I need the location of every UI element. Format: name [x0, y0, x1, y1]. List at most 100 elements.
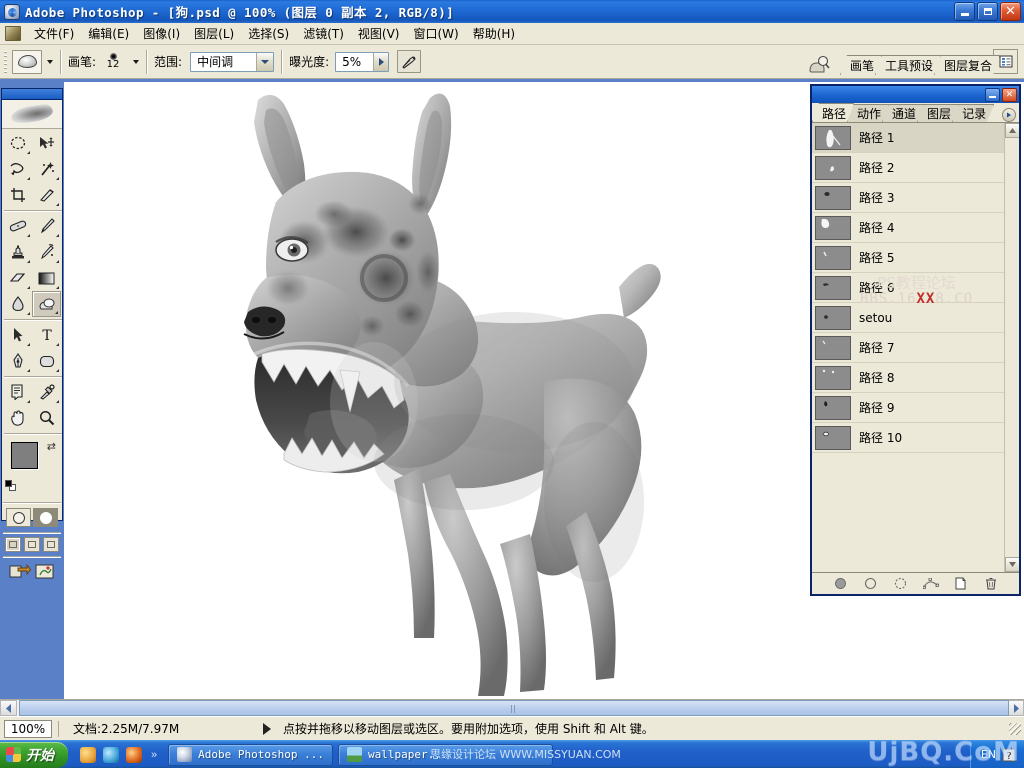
hscroll-right-arrow-icon[interactable] [1007, 700, 1024, 716]
path-row[interactable]: 路径 9 [812, 393, 1004, 423]
airbrush-toggle-button[interactable] [397, 50, 422, 73]
standard-mode-button[interactable] [6, 508, 31, 527]
menu-help[interactable]: 帮助(H) [466, 23, 522, 44]
well-tab-brushes[interactable]: 画笔 [840, 55, 882, 75]
menu-image[interactable]: 图像(I) [136, 23, 187, 44]
brush-chevron-down-icon[interactable] [133, 59, 140, 64]
tab-actions[interactable]: 动作 [847, 104, 889, 122]
brush-tool[interactable] [32, 213, 61, 239]
healing-brush-tool[interactable] [3, 213, 32, 239]
path-row[interactable]: 路径 3 [812, 183, 1004, 213]
path-selection-tool[interactable] [3, 322, 32, 348]
exposure-input[interactable]: 5% [335, 51, 390, 72]
menu-select[interactable]: 选择(S) [241, 23, 296, 44]
slice-tool[interactable] [32, 182, 61, 208]
zoom-tool[interactable] [32, 405, 61, 431]
full-screen-mode[interactable] [43, 537, 59, 552]
tab-history[interactable]: 记录 [952, 104, 994, 122]
eyedropper-tool[interactable] [32, 379, 61, 405]
lasso-tool[interactable] [3, 156, 32, 182]
status-expand-arrow-icon[interactable] [263, 722, 271, 735]
well-tab-tool-presets[interactable]: 工具预设 [875, 55, 941, 75]
panel-menu-icon[interactable] [1002, 108, 1016, 122]
menu-view[interactable]: 视图(V) [351, 23, 407, 44]
path-row[interactable]: 路径 7 [812, 333, 1004, 363]
taskbar-item-photoshop[interactable]: Adobe Photoshop ... [168, 743, 333, 766]
zoom-level-field[interactable]: 100% [4, 719, 52, 738]
exposure-spinner-icon[interactable] [373, 52, 389, 71]
close-button[interactable]: ✕ [1000, 2, 1021, 21]
hscroll-track[interactable] [17, 700, 1009, 716]
quick-launch-more-icon[interactable]: » [151, 749, 157, 761]
tab-paths[interactable]: 路径 [812, 103, 854, 122]
start-button[interactable]: 开始 [0, 741, 68, 768]
tray-help-icon[interactable]: ? [1002, 748, 1016, 762]
ql-media-player-icon[interactable] [80, 746, 96, 763]
hscroll-left-arrow-icon[interactable] [0, 700, 17, 716]
marquee-tool[interactable] [3, 130, 32, 156]
menu-file[interactable]: 文件(F) [27, 23, 81, 44]
document-size-info[interactable]: 文档:2.25M/7.97M [73, 720, 263, 737]
minimize-button[interactable] [954, 2, 975, 21]
type-tool[interactable]: T [32, 322, 61, 348]
brush-preview[interactable]: 12 [98, 49, 128, 75]
default-colors-icon[interactable] [5, 480, 17, 492]
blur-tool[interactable] [3, 291, 32, 317]
restore-button[interactable] [977, 2, 998, 21]
load-selection-button[interactable] [893, 576, 909, 591]
well-tab-layer-comps[interactable]: 图层复合 [934, 55, 1000, 75]
path-row[interactable]: 路径 8 [812, 363, 1004, 393]
path-row[interactable]: 路径 5 [812, 243, 1004, 273]
standard-screen-mode[interactable] [5, 537, 21, 552]
full-screen-menubar-mode[interactable] [24, 537, 40, 552]
path-row[interactable]: 路径 2 [812, 153, 1004, 183]
menu-layer[interactable]: 图层(L) [187, 23, 241, 44]
jump-to-other-icon[interactable] [35, 563, 55, 580]
language-indicator[interactable]: EN [981, 748, 996, 761]
delete-path-button[interactable] [983, 576, 999, 591]
toolbox-logo[interactable] [2, 100, 62, 129]
options-bar-grip[interactable] [2, 48, 9, 75]
range-chevron-down-icon[interactable] [256, 52, 274, 71]
palette-close-button[interactable]: ✕ [1002, 87, 1017, 102]
tool-preset-chevron-down-icon[interactable] [47, 59, 53, 64]
clone-stamp-tool[interactable] [3, 239, 32, 265]
tab-channels[interactable]: 通道 [882, 104, 924, 122]
tool-preset-picker[interactable] [12, 49, 42, 74]
notes-tool[interactable] [3, 379, 32, 405]
history-brush-tool[interactable] [32, 239, 61, 265]
paths-scrollbar[interactable] [1004, 123, 1019, 572]
resize-grip[interactable] [1009, 722, 1021, 735]
scroll-up-arrow-icon[interactable] [1005, 123, 1019, 138]
palette-titlebar[interactable]: ✕ [812, 86, 1019, 103]
document-horizontal-scrollbar[interactable] [0, 699, 1024, 716]
quick-mask-button[interactable] [33, 508, 58, 527]
ql-firefox-icon[interactable] [126, 746, 142, 763]
taskbar-item-wallpaper[interactable]: wallpaper... [337, 743, 553, 766]
hscroll-thumb[interactable] [19, 700, 1009, 716]
hand-tool[interactable] [3, 405, 32, 431]
menu-filter[interactable]: 滤镜(T) [296, 23, 351, 44]
path-row[interactable]: setou [812, 303, 1004, 333]
path-row[interactable]: 路径 10 [812, 423, 1004, 453]
palette-minimize-button[interactable] [985, 87, 1000, 102]
paths-list[interactable]: 路径 1 路径 2 路径 3 路径 4 路径 5 路径 6 setou 路径 7… [812, 123, 1019, 572]
menu-window[interactable]: 窗口(W) [406, 23, 465, 44]
gradient-tool[interactable] [32, 265, 61, 291]
pen-tool[interactable] [3, 348, 32, 374]
magic-wand-tool[interactable] [32, 156, 61, 182]
palette-well-dock[interactable] [806, 52, 834, 78]
path-row[interactable]: 路径 1 [812, 123, 1004, 153]
ql-browser-icon[interactable] [103, 746, 119, 763]
menu-edit[interactable]: 编辑(E) [81, 23, 136, 44]
scroll-down-arrow-icon[interactable] [1005, 557, 1019, 572]
dodge-burn-tool[interactable] [32, 291, 61, 317]
fill-path-button[interactable] [833, 576, 849, 591]
tab-layers[interactable]: 图层 [917, 104, 959, 122]
path-row[interactable]: 路径 4 [812, 213, 1004, 243]
shape-tool[interactable] [32, 348, 61, 374]
new-path-button[interactable] [953, 576, 969, 591]
jump-to-imageready-icon[interactable] [9, 563, 31, 580]
crop-tool[interactable] [3, 182, 32, 208]
move-tool[interactable] [32, 130, 61, 156]
